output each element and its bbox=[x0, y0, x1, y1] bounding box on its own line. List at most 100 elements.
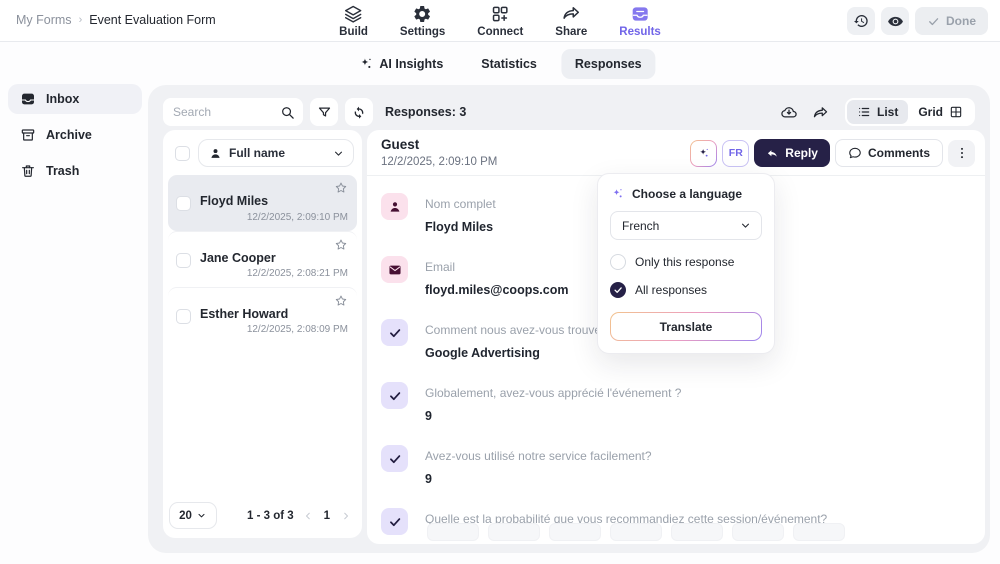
preview-button[interactable] bbox=[881, 7, 909, 35]
view-grid-button[interactable]: Grid bbox=[908, 100, 973, 124]
question-label: Avez-vous utilisé notre service facileme… bbox=[425, 445, 652, 463]
tab-statistics[interactable]: Statistics bbox=[467, 49, 551, 79]
refresh-icon bbox=[351, 104, 367, 120]
check-icon bbox=[381, 445, 408, 472]
inbox-icon bbox=[20, 91, 36, 107]
row-checkbox[interactable] bbox=[176, 196, 191, 211]
star-icon[interactable] bbox=[334, 238, 348, 252]
pagination-range: 1 - 3 of 3 bbox=[247, 510, 294, 522]
question-label: Globalement, avez-vous apprécié l'événem… bbox=[425, 382, 681, 400]
sparkle-icon bbox=[697, 146, 711, 160]
history-icon bbox=[853, 13, 869, 29]
check-icon bbox=[381, 382, 408, 409]
star-icon[interactable] bbox=[334, 181, 348, 195]
response-row-2[interactable]: Esther Howard 12/2/2025, 2:08:09 PM bbox=[168, 287, 357, 343]
check-icon bbox=[927, 15, 940, 28]
language-select[interactable]: French bbox=[610, 211, 762, 240]
row-checkbox[interactable] bbox=[176, 253, 191, 268]
search-input[interactable] bbox=[173, 105, 280, 119]
breadcrumb: My Forms › Event Evaluation Form bbox=[16, 13, 216, 27]
gear-icon bbox=[413, 4, 433, 24]
option-only-this-response[interactable]: Only this response bbox=[610, 254, 762, 270]
breadcrumb-separator-icon: › bbox=[79, 14, 83, 26]
search-icon bbox=[280, 105, 295, 120]
rating-option bbox=[427, 523, 479, 541]
radio-checked-icon[interactable] bbox=[610, 282, 626, 298]
page-size-select[interactable]: 20 bbox=[169, 502, 217, 529]
results-inbox-icon bbox=[630, 4, 650, 24]
sparkle-icon bbox=[358, 56, 373, 71]
star-icon[interactable] bbox=[334, 294, 348, 308]
view-toggle: List Grid bbox=[845, 98, 975, 126]
language-badge-button[interactable]: FR bbox=[722, 140, 749, 167]
column-selector-value: Full name bbox=[229, 146, 325, 160]
current-page[interactable]: 1 bbox=[324, 510, 330, 522]
column-selector[interactable]: Full name bbox=[198, 139, 354, 167]
row-checkbox[interactable] bbox=[176, 309, 191, 324]
responses-toolbar: Responses: 3 List Grid bbox=[163, 98, 975, 126]
user-icon bbox=[381, 193, 408, 220]
rating-option bbox=[732, 523, 784, 541]
reply-button[interactable]: Reply bbox=[754, 139, 830, 167]
results-subnav: AI Insights Statistics Responses bbox=[344, 48, 655, 79]
search-box bbox=[163, 98, 303, 126]
answer-field-4: Avez-vous utilisé notre service facileme… bbox=[381, 445, 965, 486]
chevron-down-icon bbox=[196, 510, 207, 521]
sidebar-item-archive[interactable]: Archive bbox=[8, 120, 142, 150]
tab-results[interactable]: Results bbox=[619, 4, 661, 38]
rating-option bbox=[671, 523, 723, 541]
response-row-1[interactable]: Jane Cooper 12/2/2025, 2:08:21 PM bbox=[168, 231, 357, 287]
check-icon bbox=[381, 508, 408, 535]
done-button[interactable]: Done bbox=[915, 7, 988, 35]
rating-option bbox=[549, 523, 601, 541]
question-label: Email bbox=[425, 256, 568, 274]
share-responses-button[interactable] bbox=[807, 98, 835, 126]
tab-settings[interactable]: Settings bbox=[400, 4, 445, 38]
sidebar-item-trash[interactable]: Trash bbox=[8, 156, 142, 186]
breadcrumb-current: Event Evaluation Form bbox=[89, 13, 215, 27]
responses-count: Responses: 3 bbox=[385, 105, 466, 119]
chevron-down-icon bbox=[332, 147, 345, 160]
language-select-value: French bbox=[622, 219, 739, 233]
rating-option bbox=[793, 523, 845, 541]
breadcrumb-root[interactable]: My Forms bbox=[16, 13, 72, 27]
translate-button[interactable]: Translate bbox=[610, 312, 762, 341]
refresh-button[interactable] bbox=[345, 98, 373, 126]
grid-icon bbox=[949, 105, 963, 119]
translate-popover: Choose a language French Only this respo… bbox=[597, 173, 775, 354]
sidebar-item-inbox[interactable]: Inbox bbox=[8, 84, 142, 114]
option-all-responses[interactable]: All responses bbox=[610, 282, 762, 298]
tab-connect[interactable]: Connect bbox=[477, 4, 523, 38]
user-icon bbox=[209, 147, 222, 160]
radio-unchecked-icon[interactable] bbox=[610, 254, 626, 270]
popover-title: Choose a language bbox=[632, 187, 742, 201]
ai-translate-button[interactable] bbox=[690, 140, 717, 167]
answer-value: Google Advertising bbox=[425, 346, 608, 360]
respondent-name: Jane Cooper bbox=[200, 251, 276, 265]
answer-value: 9 bbox=[425, 472, 652, 486]
question-label: Comment nous avez-vous trouvé? bbox=[425, 319, 608, 337]
select-all-checkbox[interactable] bbox=[175, 146, 190, 161]
export-button[interactable] bbox=[775, 98, 803, 126]
prev-page-icon[interactable] bbox=[302, 510, 314, 522]
reply-arrow-icon bbox=[766, 147, 779, 160]
comments-button[interactable]: Comments bbox=[835, 139, 943, 167]
view-list-button[interactable]: List bbox=[847, 100, 908, 124]
eye-icon bbox=[887, 13, 904, 30]
more-options-button[interactable] bbox=[948, 140, 975, 167]
list-icon bbox=[857, 105, 871, 119]
chevron-down-icon bbox=[739, 219, 752, 232]
history-button[interactable] bbox=[847, 7, 875, 35]
tab-build[interactable]: Build bbox=[339, 4, 368, 38]
next-page-icon[interactable] bbox=[340, 510, 352, 522]
response-date: 12/2/2025, 2:09:10 PM bbox=[247, 212, 348, 223]
response-row-0[interactable]: Floyd Miles 12/2/2025, 2:09:10 PM bbox=[168, 175, 357, 231]
response-timestamp: 12/2/2025, 2:09:10 PM bbox=[381, 156, 497, 168]
rating-option bbox=[488, 523, 540, 541]
tab-share[interactable]: Share bbox=[555, 4, 587, 38]
chat-bubble-icon bbox=[848, 146, 862, 160]
tab-responses[interactable]: Responses bbox=[561, 49, 656, 79]
filter-button[interactable] bbox=[310, 98, 338, 126]
share-arrow-icon bbox=[561, 4, 581, 24]
tab-ai-insights[interactable]: AI Insights bbox=[344, 48, 457, 79]
